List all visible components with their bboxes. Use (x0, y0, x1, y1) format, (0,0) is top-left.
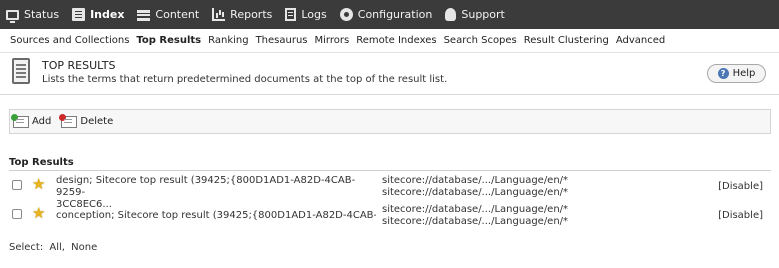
delete-icon (59, 113, 78, 128)
sub-nav-bar: Sources and Collections Top Results Rank… (0, 29, 779, 53)
gear-icon (339, 8, 353, 21)
page-header: TOP RESULTS Lists the terms that return … (0, 53, 779, 93)
add-icon (11, 113, 29, 128)
url-line: sitecore://database/.../Language/en/* (382, 175, 569, 186)
nav-item-label: Status (24, 8, 60, 21)
top-result-term[interactable]: conception; Sitecore top result (39425;{… (56, 210, 376, 222)
term-line: design; Sitecore top result (39425;{800D… (56, 175, 356, 198)
disable-link[interactable]: [Disable] (718, 181, 763, 192)
table-row: ★ design; Sitecore top result (39425;{80… (9, 172, 771, 210)
star-icon: ★ (32, 204, 46, 222)
help-icon: ? (717, 68, 729, 79)
nav-item-label: Logs (301, 8, 327, 21)
url-line: sitecore://database/.../Language/en/* (382, 204, 569, 215)
subnav-search-scopes[interactable]: Search Scopes (444, 35, 517, 46)
top-nav-bar: Status Index Content Reports Logs Config… (0, 0, 779, 29)
grid-divider (9, 170, 771, 171)
nav-item-label: Support (461, 8, 505, 21)
add-button-label: Add (32, 116, 52, 127)
logs-icon (285, 8, 297, 21)
delete-button[interactable]: Delete (59, 113, 114, 128)
row-checkbox[interactable] (12, 209, 22, 219)
index-icon (72, 8, 86, 21)
nav-item-logs[interactable]: Logs (285, 8, 327, 21)
select-label: Select: (9, 242, 44, 253)
nav-item-content[interactable]: Content (137, 8, 199, 21)
row-checkbox[interactable] (12, 180, 22, 190)
content-icon (137, 10, 151, 21)
nav-item-index[interactable]: Index (72, 8, 124, 21)
select-all-link[interactable]: All, (49, 242, 65, 253)
nav-item-label: Index (90, 8, 125, 21)
subnav-thesaurus[interactable]: Thesaurus (256, 35, 308, 46)
help-button-label: Help (732, 68, 756, 79)
term-line: conception; Sitecore top result (39425;{… (56, 210, 376, 221)
nav-item-status[interactable]: Status (6, 8, 60, 23)
url-line: sitecore://database/.../Language/en/* (382, 187, 569, 198)
page-title: TOP RESULTS (42, 59, 116, 72)
nav-item-reports[interactable]: Reports (212, 8, 272, 21)
monitor-icon (6, 9, 19, 23)
select-bar: Select: All, None (9, 242, 100, 253)
nav-item-label: Configuration (357, 8, 433, 21)
result-urls: sitecore://database/.../Language/en/* si… (382, 204, 568, 228)
nav-item-label: Reports (230, 8, 273, 21)
subnav-ranking[interactable]: Ranking (208, 35, 248, 46)
star-icon: ★ (32, 175, 46, 193)
help-button[interactable]: ? Help (707, 64, 766, 83)
toolbar: Add Delete (9, 109, 771, 134)
subnav-advanced[interactable]: Advanced (616, 35, 665, 46)
support-icon (445, 8, 457, 21)
header-divider (0, 94, 779, 95)
nav-item-support[interactable]: Support (445, 8, 505, 21)
subnav-top-results[interactable]: Top Results (136, 35, 201, 46)
nav-item-label: Content (155, 8, 200, 21)
table-row: ★ conception; Sitecore top result (39425… (9, 201, 771, 229)
subnav-result-clustering[interactable]: Result Clustering (524, 35, 609, 46)
subnav-mirrors[interactable]: Mirrors (315, 35, 350, 46)
result-urls: sitecore://database/.../Language/en/* si… (382, 175, 568, 199)
subnav-sources-and-collections[interactable]: Sources and Collections (10, 35, 129, 46)
reports-icon (212, 8, 226, 21)
page-description: Lists the terms that return predetermine… (42, 74, 448, 85)
add-button[interactable]: Add (11, 113, 52, 128)
grid-title: Top Results (9, 157, 74, 168)
select-none-link[interactable]: None (71, 242, 97, 253)
url-line: sitecore://database/.../Language/en/* (382, 216, 569, 227)
disable-link[interactable]: [Disable] (718, 210, 763, 221)
subnav-remote-indexes[interactable]: Remote Indexes (356, 35, 436, 46)
nav-item-configuration[interactable]: Configuration (339, 8, 433, 21)
delete-button-label: Delete (80, 116, 114, 127)
document-list-icon (12, 58, 30, 84)
